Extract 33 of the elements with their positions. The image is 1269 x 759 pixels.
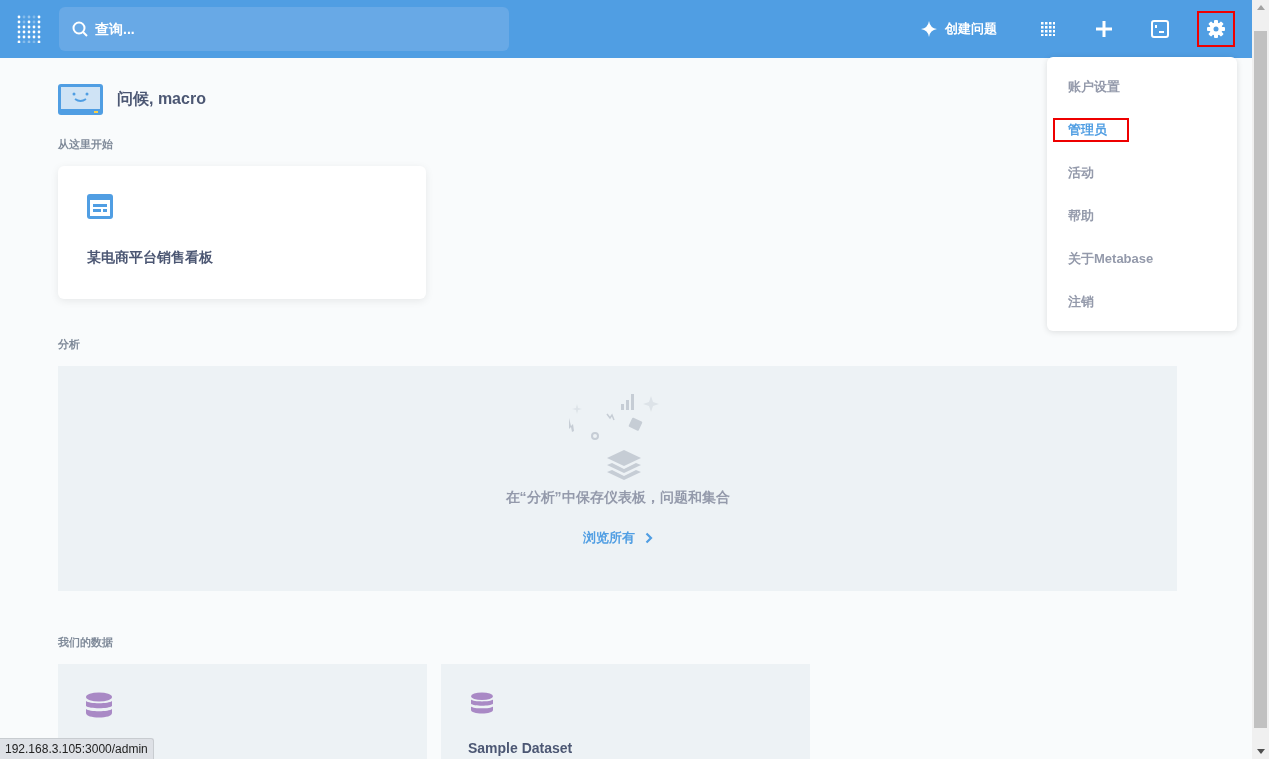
smiley-screen-icon: [58, 84, 103, 115]
status-url: 192.168.3.105:3000/admin: [0, 738, 154, 759]
empty-message: 在“分析”中保存仪表板，问题和集合: [505, 489, 730, 507]
dashboard-icon: [87, 194, 113, 219]
scroll-up-icon[interactable]: [1256, 5, 1265, 10]
greeting: 问候, macro: [117, 89, 206, 109]
dashboard-card[interactable]: 某电商平台销售看板: [58, 166, 426, 299]
sparkle-icon: [921, 21, 937, 37]
settings-button[interactable]: [1197, 11, 1235, 47]
section-heading: 从这里开始: [58, 137, 114, 152]
database-card[interactable]: Sample Dataset: [441, 664, 810, 759]
database-icon: [85, 692, 113, 718]
terminal-icon: [1151, 20, 1169, 38]
section-heading: 分析: [58, 337, 81, 352]
search-icon: [72, 21, 88, 37]
scroll-down-icon[interactable]: [1256, 749, 1265, 754]
plus-icon: [1095, 20, 1113, 38]
menu-item[interactable]: 关于Metabase: [1047, 237, 1237, 280]
grid-icon: [1041, 22, 1055, 36]
settings-icon: [1207, 20, 1225, 38]
scrollbar-thumb[interactable]: [1254, 31, 1267, 728]
search-field[interactable]: 查询...: [59, 7, 509, 51]
menu-item[interactable]: 管理员: [1047, 108, 1237, 151]
section-heading: 我们的数据: [58, 635, 114, 650]
menu-item[interactable]: 帮助: [1047, 194, 1237, 237]
logo-icon[interactable]: [17, 15, 41, 43]
menu-item[interactable]: 注销: [1047, 280, 1237, 323]
browse-all-link[interactable]: 浏览所有: [582, 529, 653, 547]
menu-item[interactable]: 活动: [1047, 151, 1237, 194]
chevron-right-icon: [644, 532, 653, 544]
new-question-button[interactable]: 创建问题: [921, 20, 997, 38]
menu-item[interactable]: 账户设置: [1047, 65, 1237, 108]
database-icon: [468, 692, 496, 714]
